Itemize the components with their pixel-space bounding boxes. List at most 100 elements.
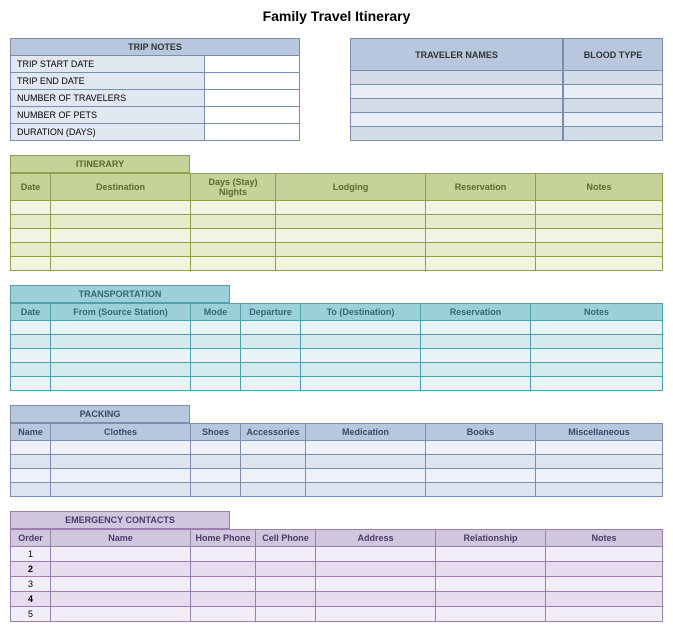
num-pets-cell[interactable] bbox=[204, 107, 299, 124]
itinerary-cell[interactable] bbox=[536, 215, 663, 229]
transport-cell[interactable] bbox=[421, 363, 531, 377]
packing-cell[interactable] bbox=[426, 483, 536, 497]
packing-cell[interactable] bbox=[11, 469, 51, 483]
itinerary-cell[interactable] bbox=[426, 215, 536, 229]
transport-cell[interactable] bbox=[421, 377, 531, 391]
emergency-cell[interactable] bbox=[191, 577, 256, 592]
packing-cell[interactable] bbox=[191, 483, 241, 497]
emergency-cell[interactable] bbox=[316, 577, 436, 592]
num-travelers-cell[interactable] bbox=[204, 90, 299, 107]
packing-cell[interactable] bbox=[426, 469, 536, 483]
emergency-cell[interactable] bbox=[51, 547, 191, 562]
transport-cell[interactable] bbox=[531, 335, 663, 349]
emergency-cell[interactable] bbox=[546, 562, 663, 577]
transport-cell[interactable] bbox=[531, 349, 663, 363]
emergency-cell[interactable] bbox=[546, 607, 663, 622]
emergency-cell[interactable] bbox=[256, 547, 316, 562]
itinerary-cell[interactable] bbox=[11, 215, 51, 229]
packing-cell[interactable] bbox=[51, 483, 191, 497]
transport-cell[interactable] bbox=[241, 321, 301, 335]
packing-cell[interactable] bbox=[51, 455, 191, 469]
traveler-row[interactable] bbox=[351, 113, 563, 127]
packing-cell[interactable] bbox=[306, 469, 426, 483]
transport-cell[interactable] bbox=[11, 377, 51, 391]
transport-cell[interactable] bbox=[191, 321, 241, 335]
itinerary-cell[interactable] bbox=[276, 201, 426, 215]
emergency-cell[interactable] bbox=[256, 607, 316, 622]
transport-cell[interactable] bbox=[531, 363, 663, 377]
transport-cell[interactable] bbox=[421, 349, 531, 363]
packing-cell[interactable] bbox=[536, 483, 663, 497]
itinerary-cell[interactable] bbox=[51, 243, 191, 257]
emergency-cell[interactable] bbox=[436, 607, 546, 622]
transport-cell[interactable] bbox=[51, 363, 191, 377]
emergency-cell[interactable] bbox=[436, 547, 546, 562]
transport-cell[interactable] bbox=[301, 349, 421, 363]
emergency-cell[interactable] bbox=[191, 547, 256, 562]
transport-cell[interactable] bbox=[241, 335, 301, 349]
blood-type-row[interactable] bbox=[564, 99, 663, 113]
emergency-cell[interactable] bbox=[51, 607, 191, 622]
emergency-cell[interactable] bbox=[256, 562, 316, 577]
transport-cell[interactable] bbox=[531, 321, 663, 335]
itinerary-cell[interactable] bbox=[276, 229, 426, 243]
itinerary-cell[interactable] bbox=[426, 229, 536, 243]
traveler-row[interactable] bbox=[351, 71, 563, 85]
transport-cell[interactable] bbox=[51, 321, 191, 335]
packing-cell[interactable] bbox=[51, 441, 191, 455]
transport-cell[interactable] bbox=[191, 363, 241, 377]
trip-end-date-cell[interactable] bbox=[204, 73, 299, 90]
emergency-cell[interactable] bbox=[316, 547, 436, 562]
emergency-cell[interactable] bbox=[436, 577, 546, 592]
emergency-cell[interactable] bbox=[51, 592, 191, 607]
emergency-cell[interactable] bbox=[436, 562, 546, 577]
packing-cell[interactable] bbox=[11, 455, 51, 469]
transport-cell[interactable] bbox=[241, 377, 301, 391]
itinerary-cell[interactable] bbox=[51, 229, 191, 243]
transport-cell[interactable] bbox=[191, 377, 241, 391]
transport-cell[interactable] bbox=[421, 321, 531, 335]
packing-cell[interactable] bbox=[306, 455, 426, 469]
blood-type-row[interactable] bbox=[564, 85, 663, 99]
itinerary-cell[interactable] bbox=[276, 243, 426, 257]
traveler-row[interactable] bbox=[351, 85, 563, 99]
packing-cell[interactable] bbox=[11, 441, 51, 455]
traveler-row[interactable] bbox=[351, 99, 563, 113]
blood-type-row[interactable] bbox=[564, 113, 663, 127]
transport-cell[interactable] bbox=[51, 349, 191, 363]
transport-cell[interactable] bbox=[241, 363, 301, 377]
itinerary-cell[interactable] bbox=[536, 243, 663, 257]
itinerary-cell[interactable] bbox=[51, 201, 191, 215]
packing-cell[interactable] bbox=[536, 441, 663, 455]
emergency-cell[interactable] bbox=[316, 607, 436, 622]
transport-cell[interactable] bbox=[421, 335, 531, 349]
itinerary-cell[interactable] bbox=[191, 201, 276, 215]
transport-cell[interactable] bbox=[191, 349, 241, 363]
emergency-cell[interactable] bbox=[191, 592, 256, 607]
itinerary-cell[interactable] bbox=[276, 257, 426, 271]
itinerary-cell[interactable] bbox=[11, 243, 51, 257]
duration-cell[interactable] bbox=[204, 124, 299, 141]
packing-cell[interactable] bbox=[426, 441, 536, 455]
transport-cell[interactable] bbox=[531, 377, 663, 391]
emergency-cell[interactable] bbox=[436, 592, 546, 607]
itinerary-cell[interactable] bbox=[191, 243, 276, 257]
transport-cell[interactable] bbox=[51, 377, 191, 391]
itinerary-cell[interactable] bbox=[426, 243, 536, 257]
transport-cell[interactable] bbox=[11, 349, 51, 363]
packing-cell[interactable] bbox=[241, 441, 306, 455]
packing-cell[interactable] bbox=[191, 469, 241, 483]
itinerary-cell[interactable] bbox=[191, 229, 276, 243]
emergency-cell[interactable] bbox=[546, 547, 663, 562]
emergency-cell[interactable] bbox=[546, 577, 663, 592]
transport-cell[interactable] bbox=[301, 363, 421, 377]
transport-cell[interactable] bbox=[301, 335, 421, 349]
packing-cell[interactable] bbox=[306, 441, 426, 455]
transport-cell[interactable] bbox=[51, 335, 191, 349]
packing-cell[interactable] bbox=[306, 483, 426, 497]
emergency-cell[interactable] bbox=[256, 577, 316, 592]
emergency-cell[interactable] bbox=[546, 592, 663, 607]
packing-cell[interactable] bbox=[51, 469, 191, 483]
packing-cell[interactable] bbox=[241, 469, 306, 483]
emergency-cell[interactable] bbox=[191, 562, 256, 577]
